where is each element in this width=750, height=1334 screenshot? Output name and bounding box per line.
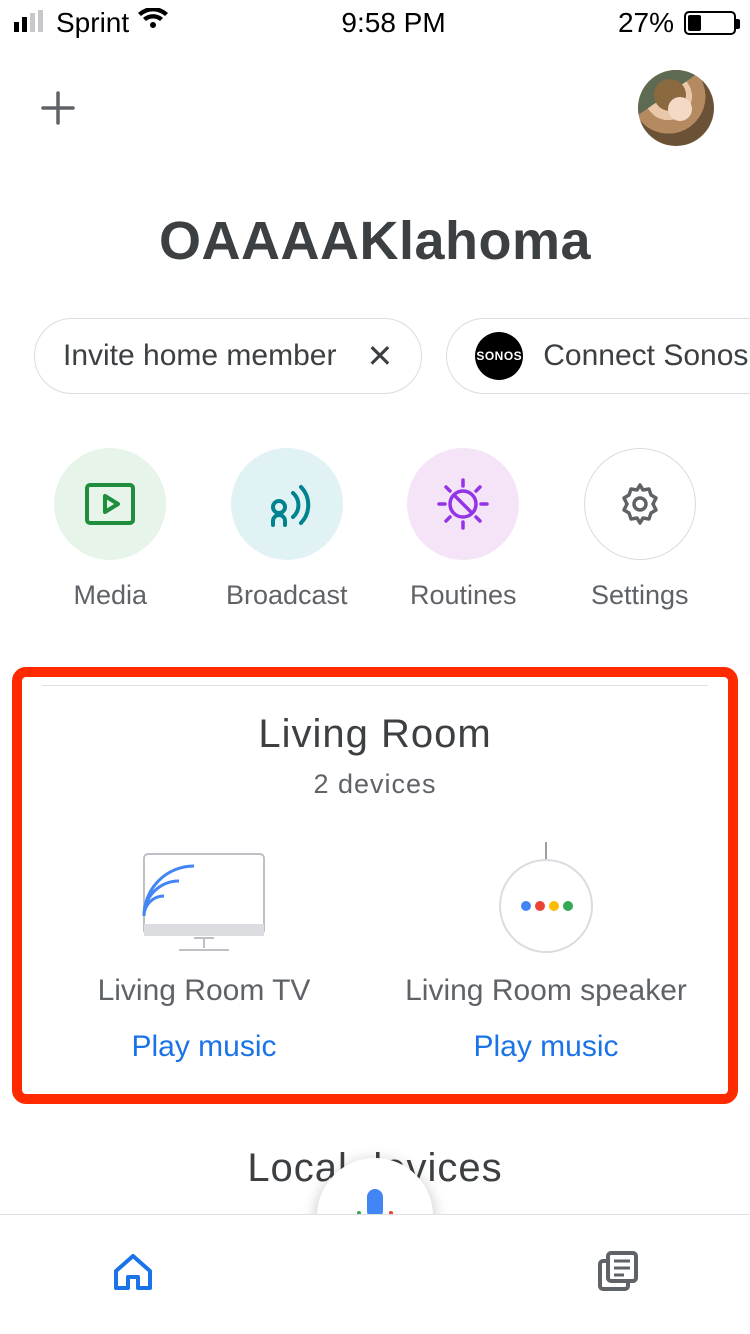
broadcast-button[interactable]: Broadcast [207, 448, 367, 611]
settings-button[interactable]: Settings [560, 448, 720, 611]
feed-tab[interactable] [594, 1249, 640, 1300]
clock-label: 9:58 PM [341, 7, 445, 39]
add-button[interactable] [36, 86, 80, 130]
chromecast-tv-icon [129, 836, 279, 956]
quick-action-row: Media Broadcast Routines Settings [0, 394, 750, 611]
invite-home-member-chip[interactable]: Invite home member ✕ [34, 318, 422, 394]
bottom-nav [0, 1214, 750, 1334]
battery-pct-label: 27% [618, 7, 674, 39]
connect-sonos-chip[interactable]: SONOS Connect Sonos [446, 318, 750, 394]
suggestion-row: Invite home member ✕ SONOS Connect Sonos [0, 272, 750, 394]
room-title: Living Room [38, 712, 712, 757]
device-name: Living Room TV [98, 974, 311, 1008]
signal-icon [14, 7, 48, 39]
home-title: OAAAAKlahoma [0, 210, 750, 272]
home-icon [110, 1249, 156, 1295]
routines-icon [407, 448, 519, 560]
media-button[interactable]: Media [30, 448, 190, 611]
play-music-link[interactable]: Play music [473, 1030, 618, 1064]
room-subtitle: 2 devices [38, 769, 712, 800]
chip-label: Connect Sonos [543, 339, 748, 373]
qa-label: Settings [591, 580, 689, 611]
battery-icon [684, 11, 736, 35]
play-music-link[interactable]: Play music [131, 1030, 276, 1064]
device-name: Living Room speaker [405, 974, 687, 1008]
qa-label: Broadcast [226, 580, 348, 611]
home-tab[interactable] [110, 1249, 156, 1300]
broadcast-icon [231, 448, 343, 560]
sonos-icon: SONOS [475, 332, 523, 380]
divider [42, 685, 708, 686]
qa-label: Routines [410, 580, 517, 611]
chip-label: Invite home member [63, 339, 336, 373]
status-bar: Sprint 9:58 PM 27% [0, 0, 750, 40]
routines-button[interactable]: Routines [383, 448, 543, 611]
close-icon[interactable]: ✕ [356, 337, 393, 375]
wifi-icon [137, 7, 169, 39]
app-bar [0, 40, 750, 156]
google-home-mini-icon [486, 836, 606, 956]
carrier-label: Sprint [56, 7, 129, 39]
device-tile-tv[interactable]: Living Room TV Play music [44, 836, 364, 1064]
room-card-living-room[interactable]: Living Room 2 devices Living Room TV Pla… [12, 667, 738, 1104]
gear-icon [584, 448, 696, 560]
qa-label: Media [73, 580, 147, 611]
device-tile-speaker[interactable]: Living Room speaker Play music [386, 836, 706, 1064]
feed-icon [594, 1249, 640, 1295]
avatar[interactable] [638, 70, 714, 146]
play-box-icon [54, 448, 166, 560]
